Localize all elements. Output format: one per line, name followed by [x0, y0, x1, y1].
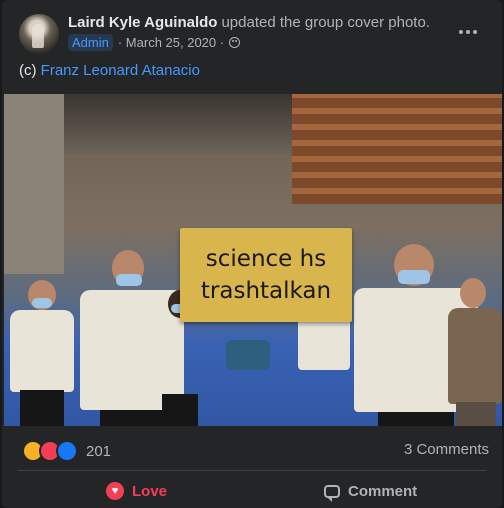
photographer-link[interactable]: Franz Leonard Atanacio: [41, 62, 200, 79]
divider: [18, 470, 486, 471]
love-label: Love: [132, 482, 168, 500]
dot-icon: [459, 30, 463, 34]
photo-wall: [4, 94, 64, 274]
photo-gallery-seats: [292, 94, 502, 204]
post-card: Laird Kyle Aguinaldo updated the group co…: [2, 0, 502, 508]
post-date[interactable]: · March 25, 2020 ·: [118, 35, 224, 50]
post-caption: (c) Franz Leonard Atanacio: [19, 62, 200, 79]
post-action-text: updated the group cover photo.: [221, 14, 430, 31]
dot-icon: [466, 30, 470, 34]
reaction-count[interactable]: 201: [86, 443, 111, 460]
comment-label: Comment: [348, 482, 418, 500]
photo-chair: [226, 340, 270, 370]
dot-icon: [473, 30, 477, 34]
caption-prefix: (c): [19, 62, 37, 79]
author-name[interactable]: Laird Kyle Aguinaldo: [68, 14, 217, 31]
post-header: Laird Kyle Aguinaldo updated the group co…: [2, 0, 502, 60]
comment-icon: [324, 484, 340, 502]
more-options-button[interactable]: [450, 18, 486, 46]
sign-line-2: trashtalkan: [200, 278, 332, 304]
audience-icon[interactable]: [229, 37, 241, 48]
comments-count[interactable]: 3 Comments: [404, 441, 489, 458]
comment-button[interactable]: Comment: [324, 476, 417, 506]
reaction-summary[interactable]: 201: [22, 440, 111, 462]
heart-icon: ♥: [106, 482, 124, 500]
post-headline: Laird Kyle Aguinaldo updated the group co…: [68, 14, 430, 31]
post-meta: Admin · March 25, 2020 ·: [68, 34, 241, 51]
love-button[interactable]: ♥ Love: [106, 476, 167, 506]
like-reaction-icon: [56, 440, 78, 462]
admin-badge[interactable]: Admin: [68, 34, 113, 51]
avatar[interactable]: [19, 14, 59, 54]
protest-sign: science hs trashtalkan: [180, 228, 352, 322]
sign-line-1: science hs: [205, 246, 327, 272]
cover-photo[interactable]: science hs trashtalkan: [4, 94, 502, 426]
